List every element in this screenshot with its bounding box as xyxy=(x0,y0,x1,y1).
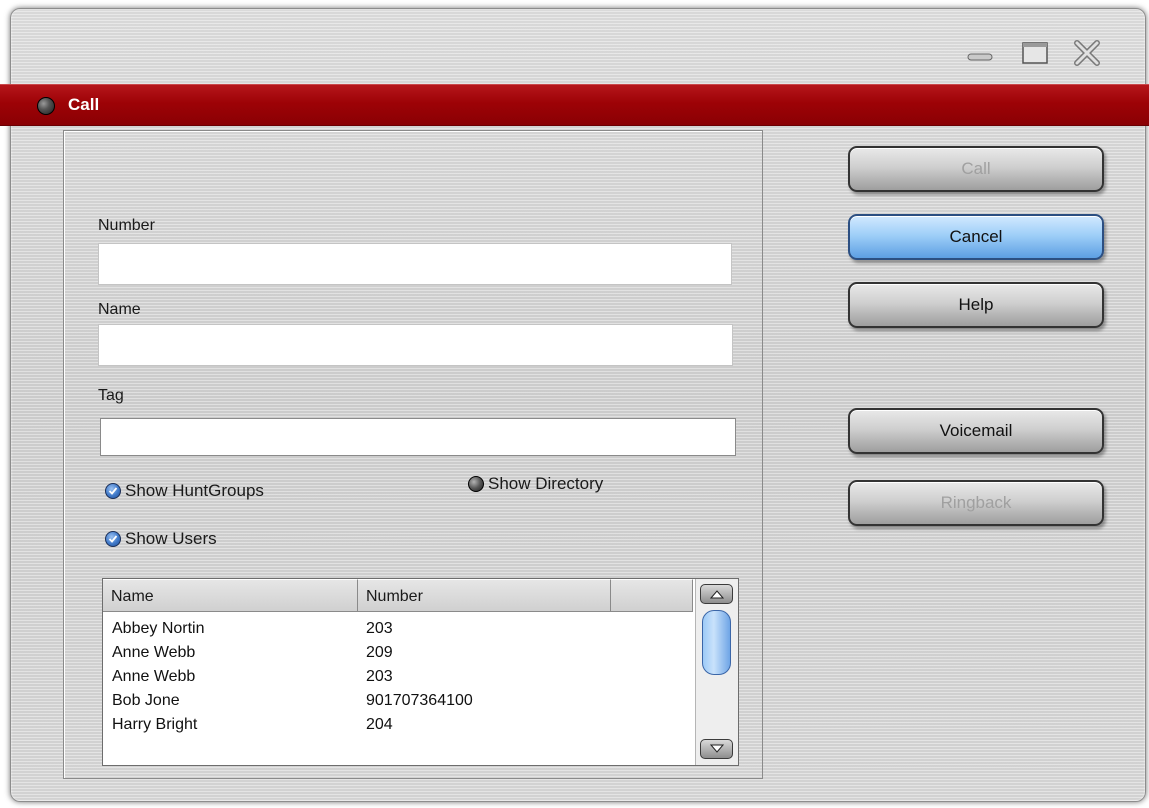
column-header-number[interactable]: Number xyxy=(358,579,611,612)
unchecked-radio-icon[interactable] xyxy=(468,476,484,492)
list-row[interactable]: Harry Bright 204 xyxy=(103,713,693,737)
column-header-blank[interactable] xyxy=(611,579,693,612)
row-number: 204 xyxy=(366,716,393,733)
row-number: 209 xyxy=(366,644,393,661)
arrow-up-icon xyxy=(709,590,724,599)
list-header: Name Number xyxy=(103,579,693,613)
voicemail-button[interactable]: Voicemail xyxy=(848,408,1104,454)
show-users-option[interactable]: Show Users xyxy=(105,529,217,549)
ringback-button[interactable]: Ringback xyxy=(848,480,1104,526)
close-icon[interactable] xyxy=(1072,38,1102,68)
column-header-name[interactable]: Name xyxy=(103,579,358,612)
arrow-down-icon xyxy=(709,744,724,753)
show-users-label: Show Users xyxy=(125,529,217,548)
list-row[interactable]: Anne Webb 203 xyxy=(103,665,693,689)
tag-label: Tag xyxy=(98,387,124,404)
show-huntgroups-label: Show HuntGroups xyxy=(125,481,264,500)
scroll-down-button[interactable] xyxy=(700,739,733,759)
status-led-icon xyxy=(37,97,55,115)
row-name: Abbey Nortin xyxy=(112,620,205,637)
row-number: 203 xyxy=(366,668,393,685)
checked-radio-icon[interactable] xyxy=(105,531,121,547)
cancel-button[interactable]: Cancel xyxy=(848,214,1104,260)
minimize-icon[interactable] xyxy=(965,38,995,68)
row-name: Harry Bright xyxy=(112,716,198,733)
list-rows: Abbey Nortin 203 Anne Webb 209 Anne Webb… xyxy=(103,617,693,737)
title-bar: Call xyxy=(0,84,1149,126)
row-number: 203 xyxy=(366,620,393,637)
scroll-up-button[interactable] xyxy=(700,584,733,604)
row-name: Anne Webb xyxy=(112,668,196,685)
vertical-scrollbar[interactable] xyxy=(695,579,738,765)
number-input[interactable] xyxy=(98,243,732,285)
tag-input[interactable] xyxy=(100,418,736,456)
checked-radio-icon[interactable] xyxy=(105,483,121,499)
help-button[interactable]: Help xyxy=(848,282,1104,328)
list-row[interactable]: Abbey Nortin 203 xyxy=(103,617,693,641)
name-input[interactable] xyxy=(98,324,733,366)
name-label: Name xyxy=(98,301,141,318)
show-directory-label: Show Directory xyxy=(488,474,604,493)
call-button[interactable]: Call xyxy=(848,146,1104,192)
row-name: Anne Webb xyxy=(112,644,196,661)
list-row[interactable]: Anne Webb 209 xyxy=(103,641,693,665)
number-label: Number xyxy=(98,217,155,234)
scroll-thumb[interactable] xyxy=(702,610,731,675)
window-title: Call xyxy=(68,95,100,114)
contacts-list[interactable]: Name Number Abbey Nortin 203 Anne Webb 2… xyxy=(102,578,739,766)
row-number: 901707364100 xyxy=(366,692,473,709)
show-directory-option[interactable]: Show Directory xyxy=(468,474,603,494)
row-name: Bob Jone xyxy=(112,692,180,709)
list-row[interactable]: Bob Jone 901707364100 xyxy=(103,689,693,713)
maximize-icon[interactable] xyxy=(1020,38,1050,68)
show-huntgroups-option[interactable]: Show HuntGroups xyxy=(105,481,264,501)
